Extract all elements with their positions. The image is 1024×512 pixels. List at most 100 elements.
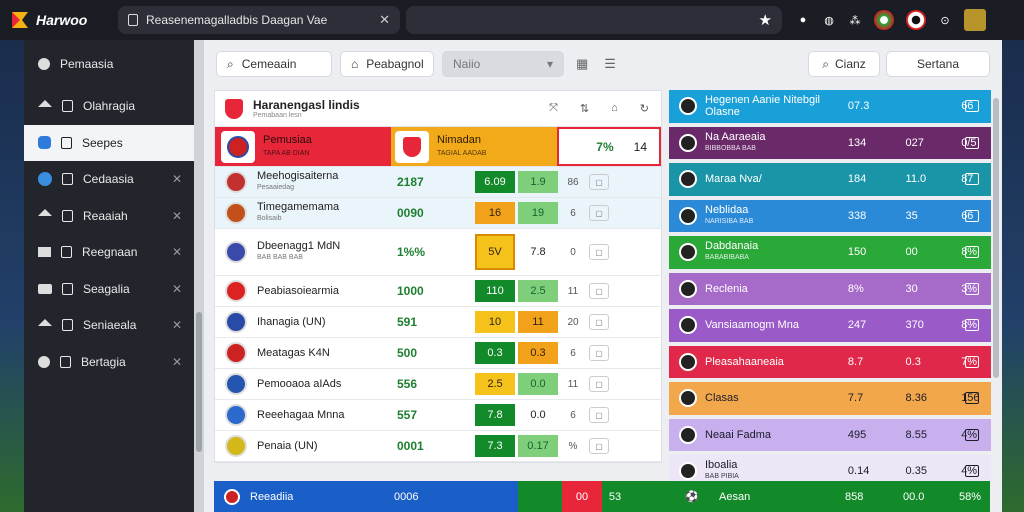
league-select[interactable]: Naiio ▾	[442, 51, 564, 77]
standings-row[interactable]: Reclenia 8% 30 3%	[669, 272, 991, 305]
row-action-icon[interactable]: ▢	[589, 438, 609, 454]
odds-cell-2[interactable]: 19	[518, 202, 558, 224]
standings-row[interactable]: Neblidaa NARISIBA BAB 338 35 66	[669, 199, 991, 232]
sidebar-item[interactable]: Seniaeala ✕	[24, 307, 194, 344]
table-row[interactable]: Penaia (UN) 0001 7.3 0.17% ▢	[215, 431, 661, 462]
odds-cell-2[interactable]: 0.0	[518, 373, 558, 395]
odds-cell-1[interactable]: 7.3	[475, 435, 515, 457]
table-row[interactable]: Meatagas K4N 500 0.3 0.3 6 ▢	[215, 338, 661, 369]
standings-row[interactable]: Hegenen Aanie Nitebgil Olasne 07.3 66	[669, 90, 991, 123]
star-icon[interactable]: ★	[759, 11, 772, 29]
odds-cell-1[interactable]: 5V	[475, 234, 515, 270]
extension-badge-icon[interactable]	[906, 10, 926, 30]
close-icon[interactable]: ✕	[172, 245, 182, 259]
table-row[interactable]: Dbeenagg1 MdN BAB BAB BAB 1%% 5V 7.8 0 ▢	[215, 229, 661, 276]
featured-match-row[interactable]: Pemusiaa TAPA AB DIAN Nimadan TAGIAL AAD…	[215, 127, 661, 167]
checkbox-icon[interactable]	[965, 246, 979, 259]
row-action-icon[interactable]: ▢	[589, 314, 609, 330]
odds-cell-2[interactable]: 1.9	[518, 171, 558, 193]
extensions-icon[interactable]: ⁂	[848, 13, 862, 27]
standings-row[interactable]: Na Aaraeaia BIBBOBBA BAB 134 027 0/5	[669, 126, 991, 159]
checkbox-icon[interactable]	[965, 465, 979, 478]
table-row[interactable]: Pemooaoa aIAds 556 2.5 0.0 11 ▢	[215, 369, 661, 400]
row-action-icon[interactable]: ▢	[589, 244, 609, 260]
odds-cell-2[interactable]: 7.8	[518, 241, 558, 263]
account-avatar[interactable]	[964, 9, 986, 31]
checkbox-icon[interactable]	[965, 355, 979, 368]
sidebar-item[interactable]: Seagalia ✕	[24, 271, 194, 308]
odds-cell-1[interactable]: 10	[475, 311, 515, 333]
odds-cell-1[interactable]: 0.3	[475, 342, 515, 364]
filter-button[interactable]: ⌂ Peabagnol	[340, 51, 434, 77]
odds-cell-1[interactable]: 6.09	[475, 171, 515, 193]
table-row[interactable]: Reeehagaa Mnna 557 7.8 0.0 6 ▢	[215, 400, 661, 431]
refresh-icon[interactable]: ↻	[640, 102, 649, 115]
season-button[interactable]: Sertana	[886, 51, 990, 77]
table-row[interactable]: Timegamemama Bolisaib 0090 16 19 6 ▢	[215, 198, 661, 229]
checkbox-icon[interactable]	[965, 282, 979, 295]
checkbox-icon[interactable]	[965, 100, 979, 113]
shield-icon[interactable]: ◍	[822, 13, 836, 27]
sidebar-scroll-thumb[interactable]	[196, 312, 202, 452]
close-tab-icon[interactable]: ✕	[379, 12, 390, 28]
row-action-icon[interactable]: ▢	[589, 407, 609, 423]
odds-cell-1[interactable]: 2.5	[475, 373, 515, 395]
browser-tab[interactable]: Reasenemagalladbis Daagan Vae ✕	[118, 6, 400, 34]
sidebar-header[interactable]: Pemaasia	[24, 40, 194, 88]
row-action-icon[interactable]: ▢	[589, 205, 609, 221]
checkbox-icon[interactable]	[965, 173, 979, 186]
bottom-strip[interactable]: Reeadiia 0006 00 53 ⚽ Aesan 858 00.0 58%	[214, 481, 990, 512]
table-row[interactable]: Meehogisaiterna Pesaaiedag 2187 6.09 1.9 86 ▢	[215, 167, 661, 198]
odds-cell-1[interactable]: 7.8	[475, 404, 515, 426]
standings-row[interactable]: Dabdanaia BABABIBABA 150 00 8%	[669, 236, 991, 269]
search-button[interactable]: ⌕ Cemeaain	[216, 51, 332, 77]
sidebar-item[interactable]: Bertagia ✕	[24, 344, 194, 381]
standings-value-2: 027	[905, 136, 924, 149]
checkbox-icon[interactable]	[965, 136, 979, 149]
sidebar-item[interactable]: Reegnaan ✕	[24, 234, 194, 271]
odds-cell-2[interactable]: 0.0	[518, 404, 558, 426]
home-icon[interactable]: ⌂	[611, 102, 618, 115]
expand-icon[interactable]: ⤧	[549, 102, 558, 115]
grid-view-icon[interactable]: ▦	[572, 51, 592, 77]
close-icon[interactable]: ✕	[172, 318, 182, 332]
odds-cell-2[interactable]: 2.5	[518, 280, 558, 302]
row-action-icon[interactable]: ▢	[589, 283, 609, 299]
standings-row[interactable]: Clasas 7.7 8.36 156	[669, 382, 991, 415]
standings-scrollbar[interactable]	[993, 98, 999, 378]
sidebar-item[interactable]: Olahragia	[24, 88, 194, 125]
settings-icon[interactable]: ⊙	[938, 13, 952, 27]
row-action-icon[interactable]: ▢	[589, 174, 609, 190]
odds-cell-2[interactable]: 0.3	[518, 342, 558, 364]
standings-row[interactable]: Pleasahaaneaia 8.7 0.3 7%	[669, 345, 991, 378]
table-row[interactable]: Peabiasoiearmia 1000 110 2.5 11 ▢	[215, 276, 661, 307]
close-icon[interactable]: ✕	[172, 282, 182, 296]
list-view-icon[interactable]: ☰	[600, 51, 620, 77]
compare-button[interactable]: ⌕ Cianz	[808, 51, 880, 77]
checkbox-icon[interactable]	[965, 209, 979, 222]
profile-icon[interactable]: ●	[796, 13, 810, 27]
odds-cell-1[interactable]: 16	[475, 202, 515, 224]
row-action-icon[interactable]: ▢	[589, 376, 609, 392]
close-icon[interactable]: ✕	[172, 209, 182, 223]
row-action-icon[interactable]: ▢	[589, 345, 609, 361]
sort-icon[interactable]: ⇅	[580, 102, 589, 115]
odds-cell-2[interactable]: 11	[518, 311, 558, 333]
extension-ball-icon[interactable]	[874, 10, 894, 30]
odds-cell-1[interactable]: 110	[475, 280, 515, 302]
standings-row[interactable]: Maraa Nva/184 11.0 87	[669, 163, 991, 196]
sidebar-item[interactable]: Reaaiah ✕	[24, 198, 194, 235]
sidebar-item[interactable]: Seepes	[24, 124, 194, 161]
checkbox-icon[interactable]	[965, 319, 979, 332]
address-bar[interactable]: ★	[406, 6, 782, 34]
checkbox-icon[interactable]	[965, 392, 979, 405]
close-icon[interactable]: ✕	[172, 355, 182, 369]
standings-row[interactable]: Neaai Fadma 495 8.55 4%	[669, 418, 991, 451]
sidebar-scrollbar[interactable]	[194, 40, 204, 512]
standings-row[interactable]: Vansiaamogm Mna 247 370 8%	[669, 309, 991, 342]
sidebar-item[interactable]: Cedaasia ✕	[24, 161, 194, 198]
table-row[interactable]: Ihanagia (UN) 591 10 11 20 ▢	[215, 307, 661, 338]
checkbox-icon[interactable]	[965, 428, 979, 441]
odds-cell-2[interactable]: 0.17	[518, 435, 558, 457]
close-icon[interactable]: ✕	[172, 172, 182, 186]
